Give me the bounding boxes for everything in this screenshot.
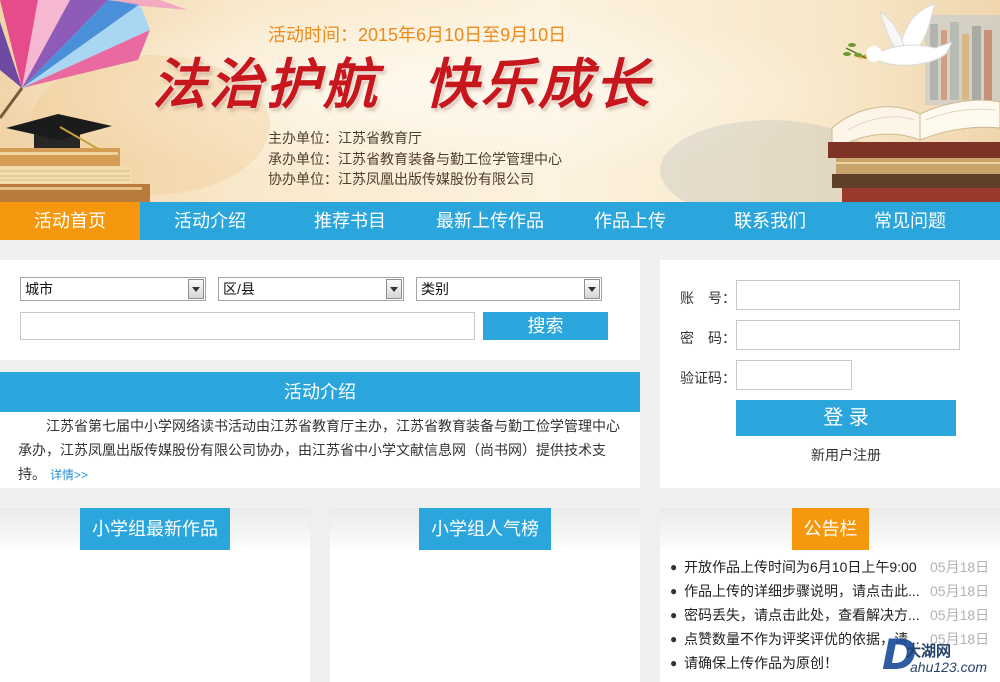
captcha-field[interactable] <box>736 360 852 390</box>
search-button[interactable]: 搜索 <box>483 312 608 340</box>
organizer-list: 主办单位：江苏省教育厅 承办单位：江苏省教育装备与勤工俭学管理中心 协办单位：江… <box>268 128 562 190</box>
primary-popular-tab[interactable]: 小学组人气榜 <box>419 508 551 550</box>
intro-text: 江苏省第七届中小学网络读书活动由江苏省教育厅主办，江苏省教育装备与勤工俭学管理中… <box>18 414 622 487</box>
captcha-label: 验证码： <box>680 370 736 386</box>
undertaking-organizer: 承办单位：江苏省教育装备与勤工俭学管理中心 <box>268 150 562 167</box>
notice-title[interactable]: 开放作品上传时间为6月10日上午9:00 <box>684 555 917 579</box>
notice-title[interactable]: 请确保上传作品为原创！ <box>684 651 838 675</box>
watermark-domain: ahu123.com <box>910 659 988 675</box>
notice-board-tab[interactable]: 公告栏 <box>792 508 869 550</box>
notice-date: 05月18日 <box>930 583 990 599</box>
notice-item[interactable]: ● 作品上传的详细步骤说明，请点击此... 05月18日 <box>660 579 1000 603</box>
main-nav: 活动首页 活动介绍 推荐书目 最新上传作品 作品上传 联系我们 常见问题 <box>0 202 1000 240</box>
nav-item-about[interactable]: 活动介绍 <box>140 202 280 240</box>
nav-item-upload[interactable]: 作品上传 <box>560 202 700 240</box>
password-label: 密 码： <box>680 330 736 346</box>
primary-popular-panel: 小学组人气榜 <box>330 508 640 682</box>
notice-item[interactable]: ● 开放作品上传时间为6月10日上午9:00 05月18日 <box>660 555 1000 579</box>
bullet-icon: ● <box>670 584 678 598</box>
chevron-down-icon[interactable] <box>386 279 402 299</box>
city-select[interactable]: 城市 <box>20 277 206 301</box>
district-select-value: 区/县 <box>223 281 255 297</box>
host-organizer: 主办单位：江苏省教育厅 <box>268 130 422 146</box>
nav-item-recommended-books[interactable]: 推荐书目 <box>280 202 420 240</box>
password-field[interactable] <box>736 320 960 350</box>
chevron-down-icon[interactable] <box>188 279 204 299</box>
notice-title[interactable]: 作品上传的详细步骤说明，请点击此... <box>684 579 920 603</box>
category-select-value: 类别 <box>421 281 449 297</box>
city-select-value: 城市 <box>25 281 53 297</box>
co-organizer: 协办单位：江苏凤凰出版传媒股份有限公司 <box>268 171 534 187</box>
bullet-icon: ● <box>670 608 678 622</box>
chevron-down-icon[interactable] <box>584 279 600 299</box>
notice-item[interactable]: ● 密码丢失，请点击此处，查看解决方... 05月18日 <box>660 603 1000 627</box>
notice-date: 05月18日 <box>930 559 990 575</box>
login-button[interactable]: 登 录 <box>736 400 956 436</box>
district-select[interactable]: 区/县 <box>218 277 404 301</box>
category-select[interactable]: 类别 <box>416 277 602 301</box>
login-panel: 账 号： 密 码： 验证码： 登 录 新用户注册 <box>660 260 1000 488</box>
account-field[interactable] <box>736 280 960 310</box>
bullet-icon: ● <box>670 560 678 574</box>
notice-title[interactable]: 密码丢失，请点击此处，查看解决方... <box>684 603 920 627</box>
nav-item-contact[interactable]: 联系我们 <box>700 202 840 240</box>
bullet-icon: ● <box>670 656 678 670</box>
intro-header: 活动介绍 <box>0 372 640 412</box>
book-stack-decoration <box>828 142 1000 202</box>
nav-item-home[interactable]: 活动首页 <box>0 202 140 240</box>
watermark-name: 大湖网 <box>906 643 952 660</box>
intro-paragraph: 江苏省第七届中小学网络读书活动由江苏省教育厅主办，江苏省教育装备与勤工俭学管理中… <box>18 418 620 482</box>
primary-latest-works-tab[interactable]: 小学组最新作品 <box>80 508 230 550</box>
banner: 活动时间：2015年6月10日至9月10日 法治护航 快乐成长 主办单位：江苏省… <box>0 0 1000 202</box>
site-watermark: D 大湖网 ahu123.com <box>880 630 995 680</box>
intro-body: 江苏省第七届中小学网络读书活动由江苏省教育厅主办，江苏省教育装备与勤工俭学管理中… <box>0 412 640 488</box>
nav-item-latest-works[interactable]: 最新上传作品 <box>420 202 560 240</box>
notice-date: 05月18日 <box>930 607 990 623</box>
intro-more-link[interactable]: 详情>> <box>50 468 88 482</box>
banner-title-right: 快乐成长 <box>424 55 652 115</box>
account-label: 账 号： <box>680 290 736 306</box>
banner-title-left: 法治护航 <box>152 55 380 115</box>
bullet-icon: ● <box>670 632 678 646</box>
nav-item-faq[interactable]: 常见问题 <box>840 202 980 240</box>
primary-latest-works-panel: 小学组最新作品 <box>0 508 310 682</box>
register-link[interactable]: 新用户注册 <box>736 446 956 464</box>
activity-time: 活动时间：2015年6月10日至9月10日 <box>268 25 567 45</box>
search-panel: 城市 区/县 类别 搜索 <box>0 260 640 360</box>
search-input[interactable] <box>20 312 475 340</box>
